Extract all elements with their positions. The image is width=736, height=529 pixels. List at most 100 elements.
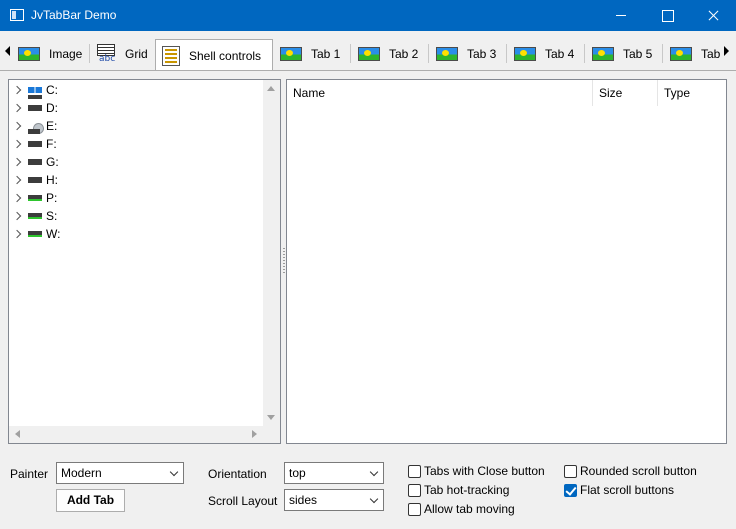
tab-hot-tracking-checkbox[interactable]: Tab hot-tracking (408, 482, 509, 498)
orientation-select-value: top (289, 466, 306, 480)
tab-shell-controls[interactable]: Shell controls (155, 39, 273, 70)
add-tab-button[interactable]: Add Tab (56, 489, 125, 512)
minimize-button[interactable] (598, 0, 644, 31)
painter-select-value: Modern (61, 466, 102, 480)
image-icon (358, 46, 380, 61)
orientation-select[interactable]: top (284, 462, 384, 484)
image-icon (18, 46, 40, 61)
expand-chevron-icon[interactable] (12, 211, 22, 221)
checkbox-box[interactable] (408, 502, 421, 516)
tab-label: Tab 2 (389, 46, 419, 61)
tab-tab-3[interactable]: Tab 3 (430, 38, 507, 69)
hard-drive-icon (28, 141, 42, 147)
splitter-handle[interactable] (283, 248, 285, 274)
expand-chevron-icon[interactable] (12, 103, 22, 113)
tree-item-drive[interactable]: E: (9, 117, 57, 135)
tab-scroll-left-button[interactable] (3, 37, 12, 65)
tree-item-drive[interactable]: H: (9, 171, 58, 189)
tab-grid[interactable]: Grid (90, 38, 154, 69)
hard-drive-icon (28, 177, 42, 183)
checkbox-box[interactable] (564, 464, 577, 478)
scroll-right-arrow-icon[interactable] (252, 430, 257, 438)
tab-tab-1[interactable]: Tab 1 (274, 38, 351, 69)
tree-item-label: C: (46, 83, 58, 97)
title-bar: JvTabBar Demo (0, 0, 736, 31)
tab-scroll-right-button[interactable] (722, 37, 731, 65)
tab-label: Tab 5 (623, 46, 653, 61)
column-header-type[interactable]: Type (658, 80, 726, 106)
expand-chevron-icon[interactable] (12, 175, 22, 185)
tab-label: Image (49, 46, 83, 61)
image-icon (436, 46, 458, 61)
tab-tab-4[interactable]: Tab 4 (508, 38, 585, 69)
tab-label: Tab 1 (311, 46, 341, 61)
image-icon (280, 46, 302, 61)
cd-drive-icon (28, 123, 44, 134)
tab-tab-6[interactable]: Tab 6 (664, 38, 722, 69)
image-icon (670, 46, 692, 61)
shell-tree-view[interactable]: C: D: E: F: G: H: P: S: W: (8, 79, 281, 444)
tree-item-drive[interactable]: S: (9, 207, 57, 225)
expand-chevron-icon[interactable] (12, 121, 22, 131)
painter-select[interactable]: Modern (56, 462, 184, 484)
image-icon (592, 46, 614, 61)
tree-item-drive[interactable]: G: (9, 153, 59, 171)
tree-item-drive[interactable]: P: (9, 189, 57, 207)
orientation-label: Orientation (208, 467, 267, 481)
tab-label: Grid (125, 46, 148, 61)
checkbox-box-checked[interactable] (564, 483, 577, 497)
checkbox-box[interactable] (408, 464, 421, 478)
close-button[interactable] (690, 0, 736, 31)
tree-item-label: P: (46, 191, 58, 205)
app-icon (10, 9, 24, 21)
rounded-scroll-button-checkbox[interactable]: Rounded scroll button (564, 463, 697, 479)
allow-tab-moving-checkbox[interactable]: Allow tab moving (408, 501, 515, 517)
scroll-left-arrow-icon[interactable] (15, 430, 20, 438)
scroll-layout-select[interactable]: sides (284, 489, 384, 511)
expand-chevron-icon[interactable] (12, 193, 22, 203)
tree-vertical-scrollbar[interactable] (263, 80, 280, 426)
tree-item-drive[interactable]: D: (9, 99, 58, 117)
tab-label: Tab 3 (467, 46, 497, 61)
tabs-close-button-checkbox[interactable]: Tabs with Close button (408, 463, 545, 479)
network-drive-icon (28, 213, 42, 219)
checkbox-label: Flat scroll buttons (580, 483, 675, 497)
tab-tab-2[interactable]: Tab 2 (352, 38, 429, 69)
network-drive-icon (28, 231, 42, 237)
expand-chevron-icon[interactable] (12, 85, 22, 95)
shell-controls-icon (162, 46, 180, 66)
column-header-name[interactable]: Name (287, 80, 593, 106)
chevron-down-icon (369, 467, 379, 477)
tree-item-label: E: (46, 119, 58, 133)
scroll-layout-label: Scroll Layout (208, 494, 278, 508)
tab-bar: Image Grid Shell controls Tab 1 Tab 2 Ta… (0, 31, 736, 71)
tree-item-label: G: (46, 155, 59, 169)
tree-item-drive[interactable]: W: (9, 225, 60, 243)
column-header-size[interactable]: Size (593, 80, 658, 106)
tree-item-drive[interactable]: C: (9, 81, 58, 99)
scroll-down-arrow-icon[interactable] (267, 415, 275, 420)
maximize-button[interactable] (644, 0, 690, 31)
tab-image[interactable]: Image (12, 38, 90, 69)
tree-horizontal-scrollbar[interactable] (9, 426, 263, 443)
chevron-down-icon (169, 467, 179, 477)
flat-scroll-buttons-checkbox[interactable]: Flat scroll buttons (564, 482, 674, 498)
tree-item-drive[interactable]: F: (9, 135, 57, 153)
expand-chevron-icon[interactable] (12, 229, 22, 239)
checkbox-label: Tab hot-tracking (424, 483, 510, 497)
tab-label: Tab 4 (545, 46, 575, 61)
tab-tab-5[interactable]: Tab 5 (586, 38, 663, 69)
checkbox-box[interactable] (408, 483, 421, 497)
image-icon (514, 46, 536, 61)
painter-label: Painter (10, 467, 49, 481)
expand-chevron-icon[interactable] (12, 157, 22, 167)
windows-drive-icon (28, 87, 42, 99)
shell-list-view[interactable]: Name Size Type (286, 79, 727, 444)
expand-chevron-icon[interactable] (12, 139, 22, 149)
tree-item-label: F: (46, 137, 57, 151)
tab-label: Shell controls (189, 49, 262, 63)
checkbox-label: Rounded scroll button (580, 464, 697, 478)
scroll-up-arrow-icon[interactable] (267, 86, 275, 91)
tree-item-label: S: (46, 209, 58, 223)
scrollbar-corner (263, 426, 280, 443)
